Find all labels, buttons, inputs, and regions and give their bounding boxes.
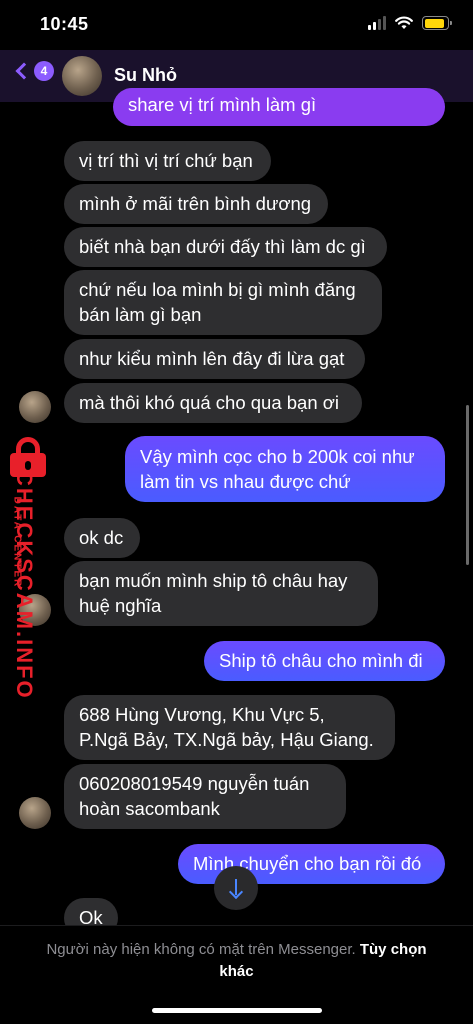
message-incoming[interactable]: bạn muốn mình ship tô châu hay huệ nghĩa [64,561,378,626]
home-indicator[interactable] [152,1008,322,1013]
sender-avatar[interactable] [19,391,51,423]
cellular-signal-icon [368,16,386,30]
battery-level [424,18,445,28]
watermark: CHECKSCAM.INFO DATA CENTER [2,437,54,700]
status-bar: 10:45 [0,0,473,50]
message-incoming[interactable]: mình ở mãi trên bình dương [64,184,328,224]
message-incoming[interactable]: chứ nếu loa mình bị gì mình đăng bán làm… [64,270,382,335]
status-icons [368,16,452,30]
watermark-subtitle: DATA CENTER [11,496,23,589]
chevron-left-icon [15,62,33,80]
scroll-to-bottom-button[interactable] [214,866,258,910]
message-incoming[interactable]: như kiểu mình lên đây đi lừa gạt [64,339,365,379]
footer-notice-text: Người này hiện không có mặt trên Messeng… [46,941,356,958]
message-incoming[interactable]: vị trí thì vị trí chứ bạn [64,141,271,181]
unread-count-badge: 4 [34,61,54,81]
back-button[interactable]: 4 [12,61,54,81]
status-time: 10:45 [40,14,89,34]
wifi-icon [395,16,413,29]
message-outgoing[interactable]: Vậy mình cọc cho b 200k coi như làm tin … [125,436,445,502]
scrollbar[interactable] [466,405,469,565]
battery-icon [422,16,452,30]
arrow-down-icon [229,879,243,897]
message-incoming[interactable]: biết nhà bạn dưới đấy thì làm dc gì [64,227,387,267]
message-incoming[interactable]: 688 Hùng Vương, Khu Vực 5, P.Ngã Bảy, TX… [64,695,395,760]
message-incoming[interactable]: 060208019549 nguyễn tuán hoàn sacombank [64,764,346,829]
footer-notice: Người này hiện không có mặt trên Messeng… [30,939,443,983]
contact-avatar[interactable] [62,56,102,96]
contact-name[interactable]: Su Nhỏ [114,65,177,86]
sender-avatar[interactable] [19,797,51,829]
message-incoming[interactable]: ok dc [64,518,140,558]
message-outgoing[interactable]: Ship tô châu cho mình đi [204,641,445,681]
message-incoming[interactable]: mà thôi khó quá cho qua bạn ơi [64,383,362,423]
message-outgoing[interactable]: share vị trí mình làm gì [113,88,445,126]
